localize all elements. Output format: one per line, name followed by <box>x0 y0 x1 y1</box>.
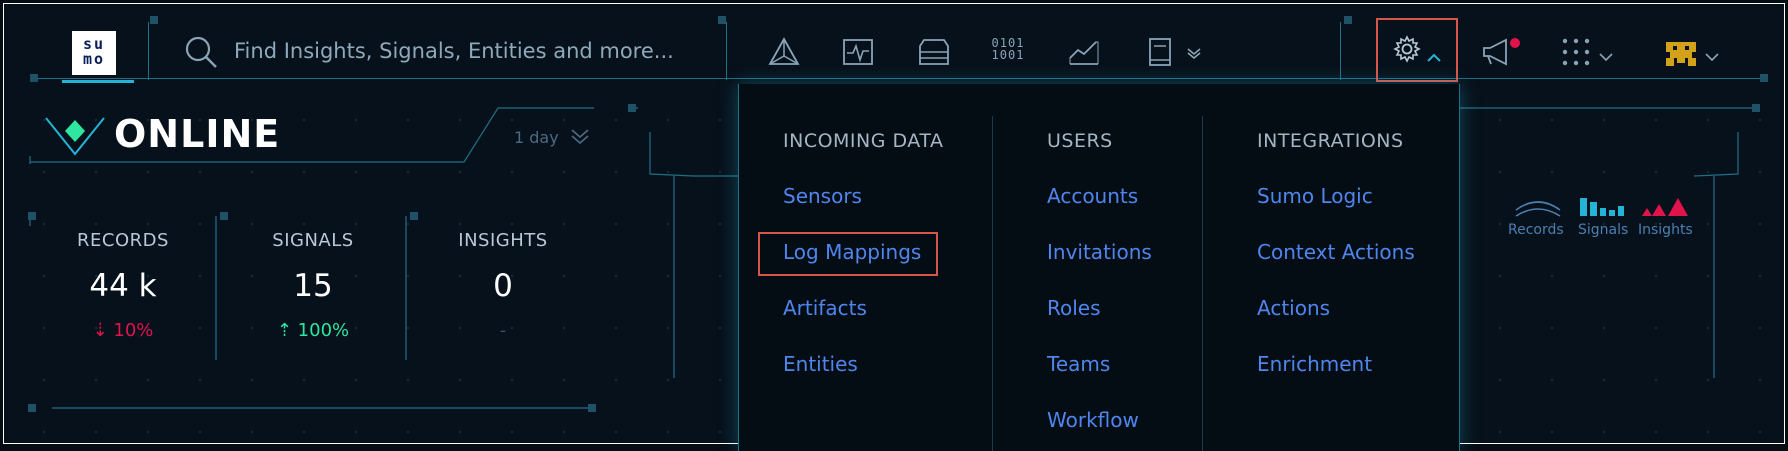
menu-item-sensors[interactable]: Sensors <box>783 184 862 208</box>
status-title: ONLINE <box>114 112 281 156</box>
menu-column-separator <box>1202 116 1203 451</box>
records-label: RECORDS <box>77 230 169 251</box>
menu-heading-incoming-data: INCOMING DATA <box>783 130 944 152</box>
insights-delta: - <box>499 320 507 341</box>
menu-item-enrichment[interactable]: Enrichment <box>1257 352 1372 376</box>
app-frame: su mo 0101 1001 <box>3 3 1785 451</box>
chevron-down-icon[interactable] <box>570 128 590 146</box>
records-delta-value: 10% <box>113 320 154 341</box>
menu-item-workflow[interactable]: Workflow <box>1047 408 1139 432</box>
legend-records: Records <box>1508 222 1564 238</box>
signals-delta-value: 100% <box>297 320 350 341</box>
menu-item-roles[interactable]: Roles <box>1047 296 1101 320</box>
records-wave-icon <box>1514 196 1562 218</box>
menu-item-teams[interactable]: Teams <box>1047 352 1110 376</box>
menu-column-separator <box>992 116 993 451</box>
menu-heading-integrations: INTEGRATIONS <box>1257 130 1404 152</box>
insights-label: INSIGHTS <box>458 230 548 251</box>
records-delta: ⇣ 10% <box>48 320 198 341</box>
insights-value: 0 <box>493 268 513 304</box>
menu-item-actions[interactable]: Actions <box>1257 296 1330 320</box>
menu-item-entities[interactable]: Entities <box>783 352 858 376</box>
menu-item-accounts[interactable]: Accounts <box>1047 184 1138 208</box>
arrow-up-icon: ⇡ <box>276 320 298 341</box>
menu-item-sumo-logic[interactable]: Sumo Logic <box>1257 184 1373 208</box>
records-value: 44 k <box>89 268 157 304</box>
menu-item-context-actions[interactable]: Context Actions <box>1257 240 1415 264</box>
menu-heading-users: USERS <box>1047 130 1113 152</box>
time-period-selector[interactable]: 1 day <box>514 128 559 147</box>
online-status-icon <box>44 114 106 158</box>
arrow-down-icon: ⇣ <box>92 320 114 341</box>
menu-item-artifacts[interactable]: Artifacts <box>783 296 867 320</box>
menu-item-invitations[interactable]: Invitations <box>1047 240 1152 264</box>
insights-triangles-icon <box>1640 196 1690 218</box>
legend-insights: Insights <box>1638 222 1693 238</box>
signals-value: 15 <box>293 268 333 304</box>
signals-delta: ⇡ 100% <box>238 320 388 341</box>
legend-signals: Signals <box>1578 222 1629 238</box>
signals-label: SIGNALS <box>272 230 354 251</box>
log-mappings-highlight <box>758 232 938 276</box>
signals-bars-icon <box>1578 196 1626 216</box>
